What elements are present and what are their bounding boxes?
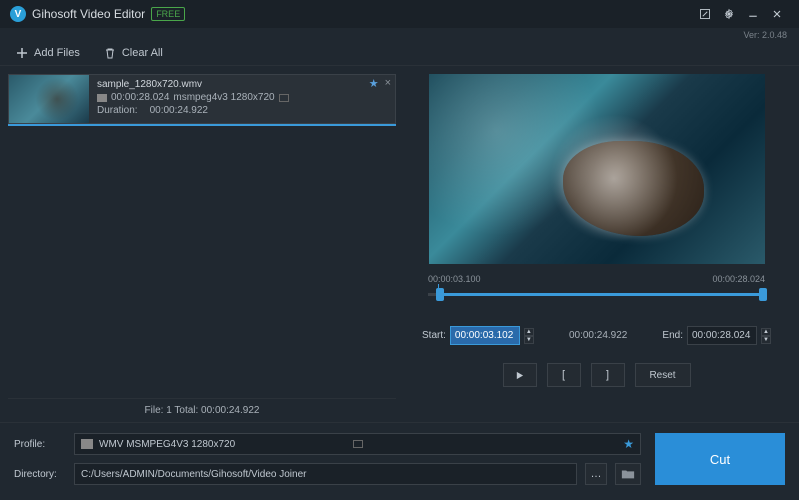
list-status: File: 1 Total: 00:00:24.922 [8,398,396,422]
clear-all-label: Clear All [122,47,163,59]
timeline-start-label: 00:00:03.100 [428,274,481,284]
file-list-panel: sample_1280x720.wmv 00:00:28.024 msmpeg4… [0,66,396,422]
browse-button[interactable]: … [585,463,607,485]
close-button[interactable] [765,2,789,26]
add-files-label: Add Files [34,47,80,59]
end-spin-up[interactable]: ▲ [761,328,771,336]
bottom-bar: Profile: WMV MSMPEG4V3 1280x720 ★ Direct… [0,422,799,495]
reset-button[interactable]: Reset [635,363,691,387]
start-spin-up[interactable]: ▲ [524,328,534,336]
end-spin-down[interactable]: ▼ [761,336,771,344]
open-folder-button[interactable] [615,463,641,485]
duration-display: 00:00:24.922 [569,330,627,341]
preview-panel: 00:00:03.100 00:00:28.024 Start: ▲ ▼ 00: [396,66,799,422]
add-files-button[interactable]: Add Files [10,44,86,62]
directory-field[interactable]: C:/Users/ADMIN/Documents/Gihosoft/Video … [74,463,577,485]
file-info-codec: msmpeg4v3 1280x720 [173,92,274,103]
minimize-button[interactable] [741,2,765,26]
profile-settings-icon[interactable] [353,440,363,448]
play-button[interactable] [503,363,537,387]
profile-label: Profile: [14,439,66,450]
profile-favorite-icon[interactable]: ★ [623,437,634,451]
remove-file-icon[interactable]: × [385,77,391,90]
start-spin-down[interactable]: ▼ [524,336,534,344]
file-thumbnail [9,75,89,123]
duration-label: Duration: [97,105,138,116]
video-preview[interactable] [429,74,765,264]
version-label: Ver: 2.0.48 [0,28,799,40]
free-badge: FREE [151,7,185,21]
end-label: End: [662,330,683,341]
film-icon [97,94,107,102]
film-icon [81,439,93,449]
mark-in-button[interactable]: [ [547,363,581,387]
file-settings-icon[interactable] [279,94,289,102]
start-label: Start: [422,330,446,341]
toolbar: Add Files Clear All [0,40,799,66]
file-item[interactable]: sample_1280x720.wmv 00:00:28.024 msmpeg4… [8,74,396,124]
mark-out-button[interactable]: ] [591,363,625,387]
app-logo-icon: V [10,6,26,22]
end-time-input[interactable] [687,326,757,345]
favorite-icon[interactable]: ★ [369,77,379,90]
profile-field[interactable]: WMV MSMPEG4V3 1280x720 ★ [74,433,641,455]
profile-value: WMV MSMPEG4V3 1280x720 [99,439,347,450]
app-title: Gihosoft Video Editor [32,7,145,21]
start-time-input[interactable] [450,326,520,345]
clear-all-button[interactable]: Clear All [98,44,169,62]
timeline-handle-start[interactable] [436,288,444,301]
cut-button[interactable]: Cut [655,433,785,485]
file-name: sample_1280x720.wmv [97,79,387,90]
timeline: 00:00:03.100 00:00:28.024 [428,274,765,304]
settings-icon[interactable] [717,2,741,26]
timeline-end-label: 00:00:28.024 [712,274,765,284]
file-info-time: 00:00:28.024 [111,92,169,103]
timeline-track[interactable] [428,286,765,304]
timeline-handle-end[interactable] [759,288,767,301]
titlebar: V Gihosoft Video Editor FREE [0,0,799,28]
duration-value: 00:00:24.922 [150,105,208,116]
directory-label: Directory: [14,469,66,480]
directory-value: C:/Users/ADMIN/Documents/Gihosoft/Video … [81,469,570,480]
feedback-icon[interactable] [693,2,717,26]
